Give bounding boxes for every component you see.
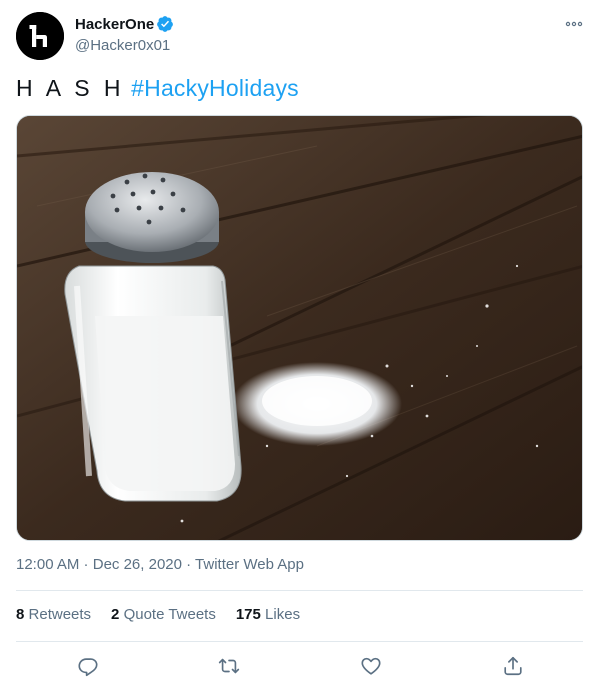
likes-count: 175 (235, 606, 261, 623)
likes-stat[interactable]: 175 Likes (236, 606, 300, 623)
retweets-stat[interactable]: 8 Retweets (16, 606, 91, 623)
share-icon (504, 656, 522, 676)
salt-shaker-photo (17, 116, 582, 540)
retweet-button[interactable] (218, 655, 240, 677)
retweet-icon (218, 658, 240, 674)
tweet-date[interactable]: Dec 26, 2020 (93, 556, 182, 573)
avatar[interactable] (16, 12, 64, 60)
hashtag-link[interactable]: #HackyHolidays (131, 75, 299, 101)
tweet-meta: 12:00 AM · Dec 26, 2020 · Twitter Web Ap… (16, 556, 304, 573)
reply-button[interactable] (77, 655, 99, 677)
tweet-stats: 8 Retweets 2 Quote Tweets 175 Likes (16, 606, 320, 623)
meta-separator: · (79, 556, 93, 573)
display-name[interactable]: HackerOne (75, 16, 154, 33)
verified-badge-icon (157, 16, 174, 32)
like-icon (361, 657, 381, 675)
quotes-label: Quote Tweets (123, 606, 216, 623)
tweet-text: H A S H #HackyHolidays (16, 74, 299, 102)
tweet-header: HackerOne @Hacker0x01 (16, 12, 583, 60)
tweet-time[interactable]: 12:00 AM (16, 556, 79, 573)
tweet-text-plain: H A S H (16, 75, 125, 101)
author-handle[interactable]: @Hacker0x01 (75, 37, 174, 54)
like-button[interactable] (360, 655, 382, 677)
author-names: HackerOne @Hacker0x01 (75, 14, 174, 54)
retweets-count: 8 (16, 606, 25, 623)
more-options-icon[interactable] (565, 15, 583, 33)
tweet-source[interactable]: Twitter Web App (195, 556, 304, 573)
tweet-actions (16, 641, 583, 691)
hackerone-logo-icon (16, 12, 64, 60)
reply-icon (78, 658, 98, 677)
meta-separator: · (181, 556, 196, 573)
divider (16, 590, 583, 591)
share-button[interactable] (502, 655, 524, 677)
tweet-card: HackerOne @Hacker0x01 H A S H #HackyHoli… (0, 0, 599, 693)
retweets-label: Retweets (28, 606, 92, 623)
tweet-media-image[interactable] (16, 115, 583, 541)
quotes-count: 2 (111, 606, 120, 623)
likes-label: Likes (265, 606, 301, 623)
quote-tweets-stat[interactable]: 2 Quote Tweets (111, 606, 216, 623)
